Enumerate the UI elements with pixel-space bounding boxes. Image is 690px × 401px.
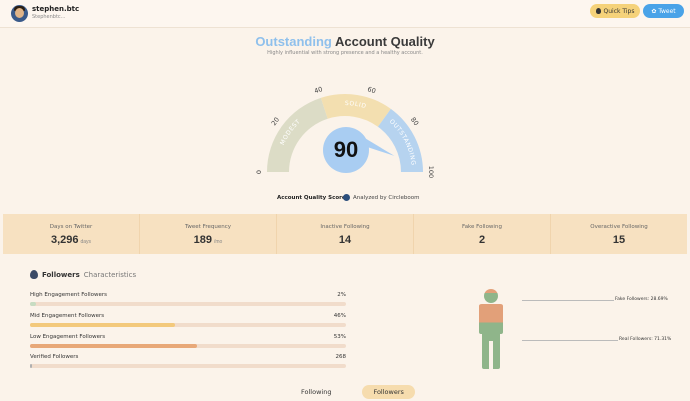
progress-fill xyxy=(30,323,176,327)
metric-label: Mid Engagement Followers xyxy=(30,313,105,319)
gauge-tick-label: 80 xyxy=(409,116,420,127)
person-head xyxy=(484,289,498,303)
tweet-button[interactable]: ✿ Tweet xyxy=(643,4,684,18)
stat-label: Overactive Following xyxy=(590,224,648,230)
progress-track xyxy=(30,364,346,368)
stat-label: Days on Twitter xyxy=(49,224,93,230)
heading-bold: Followers xyxy=(42,270,80,279)
score-bubble: 90 xyxy=(323,127,369,173)
analyzed-by[interactable]: Analyzed by Circleboom xyxy=(343,194,419,201)
followers-characteristics-heading: Followers Characteristics xyxy=(30,270,136,279)
tweet-label: Tweet xyxy=(658,7,676,15)
circleboom-logo-icon xyxy=(343,194,350,201)
stat-value: 15 xyxy=(612,234,626,246)
twitter-bird-icon: ✿ xyxy=(651,7,657,15)
metric-label: High Engagement Followers xyxy=(30,292,107,298)
metric-value: 53% xyxy=(333,334,346,340)
quick-tips-label: Quick Tips xyxy=(603,7,635,15)
avatar[interactable] xyxy=(11,5,28,22)
lightbulb-icon xyxy=(595,8,601,14)
stat-label: Tweet Frequency xyxy=(184,224,232,230)
tab-following[interactable]: Following xyxy=(290,385,342,399)
stat-fake-following[interactable]: Fake Following 2 xyxy=(414,214,551,254)
page-subtitle: Highly influential with strong presence … xyxy=(267,50,423,56)
progress-track xyxy=(30,323,346,327)
metric-value: 268 xyxy=(335,354,347,360)
stat-value: 189/mo xyxy=(193,234,223,246)
progress-track xyxy=(30,302,346,306)
progress-track xyxy=(30,344,346,348)
user-handle: Stephenbtc... xyxy=(32,14,66,20)
gauge-tick-label: 0 xyxy=(255,170,263,174)
stat-value: 14 xyxy=(338,234,352,246)
analyzed-by-label: Analyzed by Circleboom xyxy=(353,194,420,201)
heading-rest: Characteristics xyxy=(83,270,137,279)
progress-fill xyxy=(30,302,37,306)
stat-value: 2 xyxy=(478,234,486,246)
gauge-tick-label: 40 xyxy=(313,85,323,95)
stats-strip: Days on Twitter 3,296 days Tweet Frequenc… xyxy=(3,214,687,254)
bottom-tabs: Following Followers xyxy=(290,385,415,399)
stat-days-on-twitter: Days on Twitter 3,296 days xyxy=(3,214,140,254)
metric-value: 46% xyxy=(333,313,346,319)
gauge-tick-label: 100 xyxy=(427,166,435,178)
title-accent: Outstanding xyxy=(255,34,332,49)
stat-label: Inactive Following xyxy=(320,224,370,230)
stat-value: 3,296 days xyxy=(50,234,92,246)
flame-icon xyxy=(30,270,38,279)
follower-split-person-icon xyxy=(479,289,503,369)
page-title: Outstanding Account Quality xyxy=(0,34,690,49)
tab-followers[interactable]: Followers xyxy=(362,385,415,399)
fake-followers-label: Fake Followers: 28.69% xyxy=(615,297,668,302)
progress-fill xyxy=(30,364,32,368)
avatar-face xyxy=(15,8,24,18)
stat-inactive-following[interactable]: Inactive Following 14 xyxy=(277,214,414,254)
real-followers-label: Real Followers: 71.31% xyxy=(619,337,672,342)
title-rest: Account Quality xyxy=(335,34,435,49)
person-body xyxy=(479,304,503,369)
gauge-tick-label: 60 xyxy=(366,85,376,95)
quick-tips-button[interactable]: Quick Tips xyxy=(590,4,640,18)
metric-label: Verified Followers xyxy=(30,354,79,360)
top-bar: stephen.btc Stephenbtc... Quick Tips ✿ T… xyxy=(0,0,690,28)
gauge-tick-label: 20 xyxy=(270,116,281,127)
metric-value: 2% xyxy=(337,292,346,298)
fake-leader-line xyxy=(522,300,614,301)
username: stephen.btc xyxy=(32,5,80,13)
real-leader-line xyxy=(522,340,618,341)
stat-overactive-following[interactable]: Overactive Following 15 xyxy=(551,214,687,254)
metric-label: Low Engagement Followers xyxy=(30,334,106,340)
stat-tweet-frequency: Tweet Frequency 189/mo xyxy=(140,214,277,254)
stat-label: Fake Following xyxy=(462,224,502,230)
gauge-band-modest xyxy=(267,97,328,172)
gauge-band-solid xyxy=(320,94,391,127)
progress-fill xyxy=(30,344,198,348)
account-quality-score-label: Account Quality Score xyxy=(277,195,346,201)
